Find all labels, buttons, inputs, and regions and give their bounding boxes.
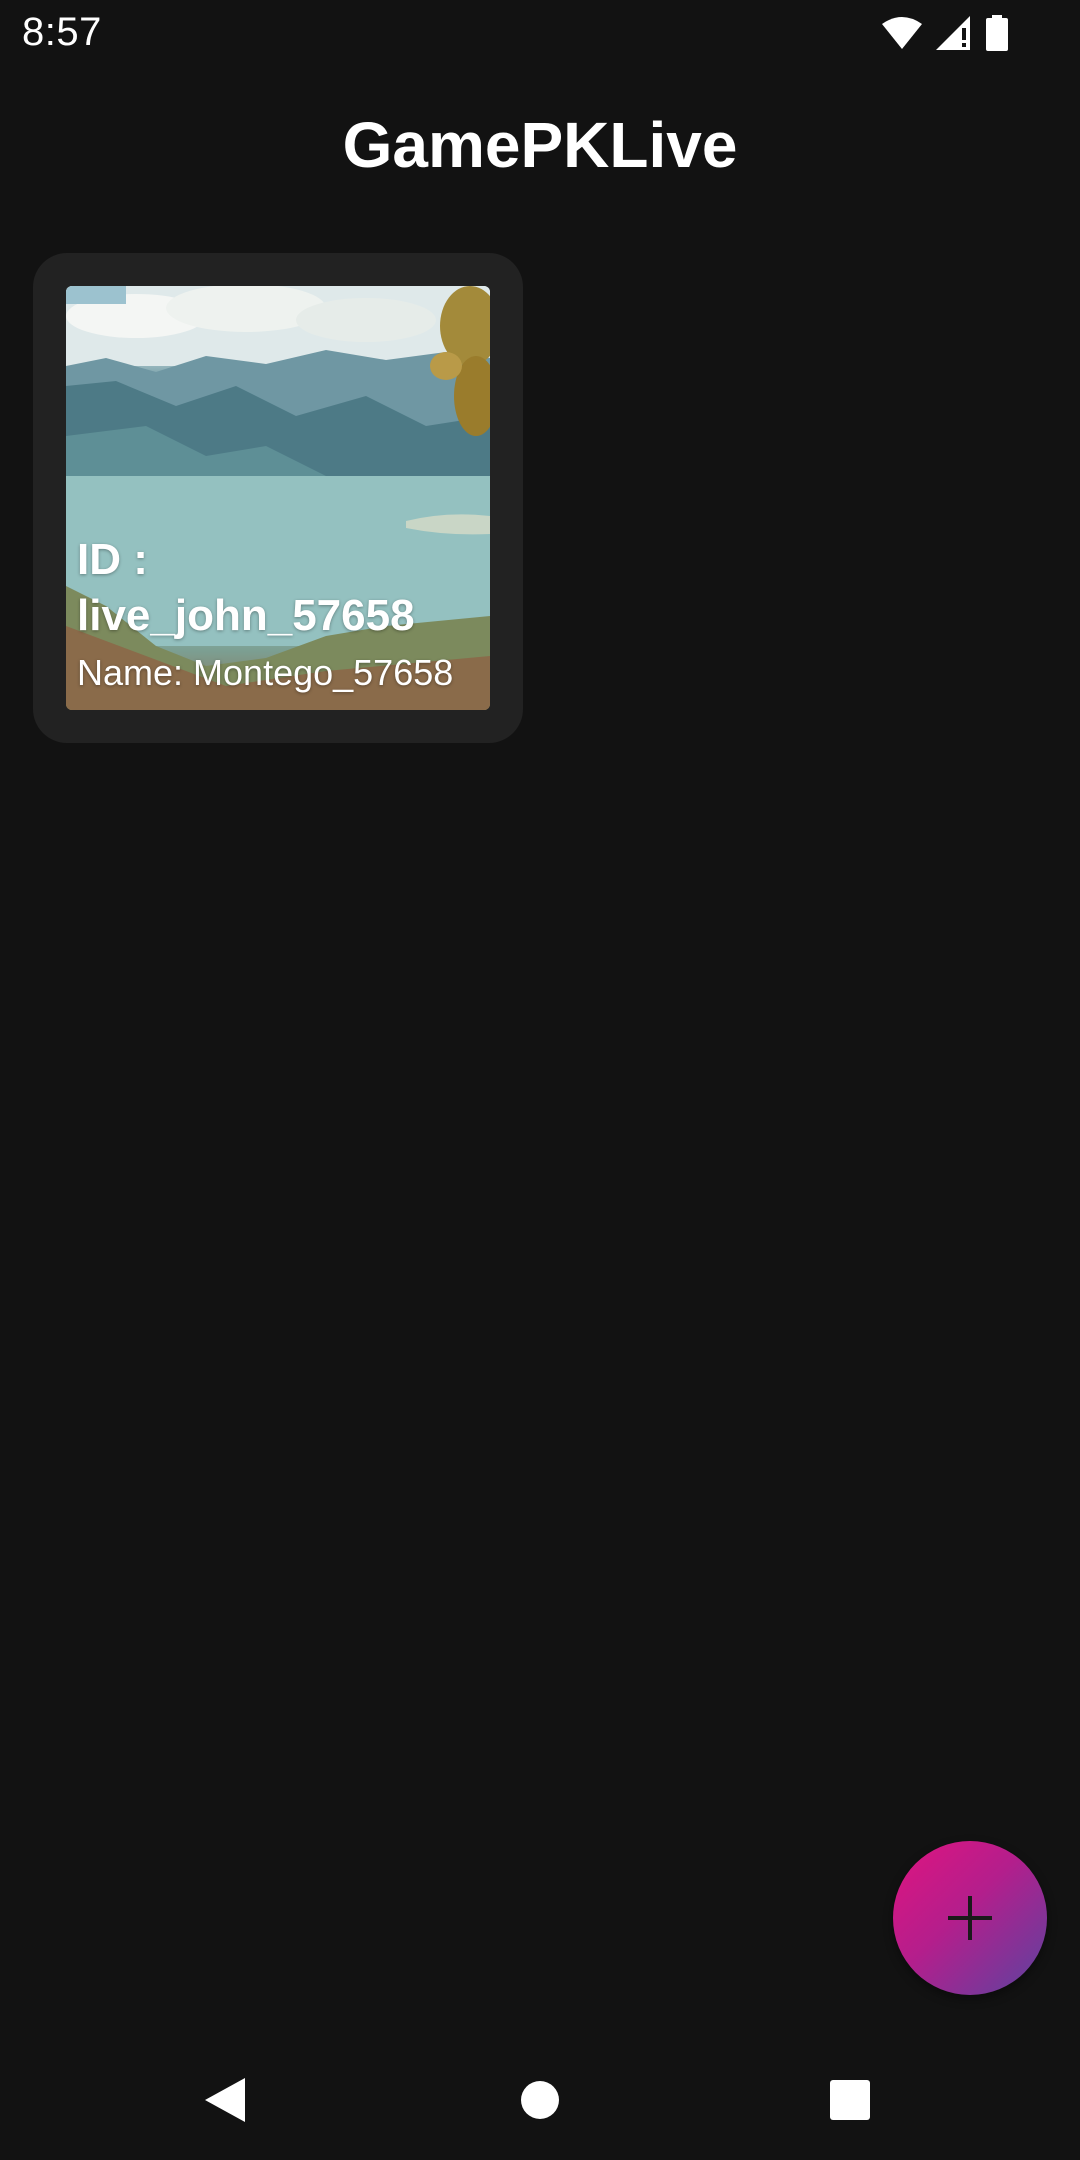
status-icons — [882, 14, 1008, 52]
room-name-label: Name: Montego_57658 — [77, 652, 454, 693]
app-title: GamePKLive — [342, 109, 738, 181]
add-room-button[interactable] — [893, 1841, 1047, 1995]
landscape-image — [66, 286, 490, 710]
back-icon — [205, 2078, 245, 2122]
recents-button[interactable] — [820, 2070, 880, 2130]
live-room-card[interactable]: ID : live_john_57658 Name: Montego_57658 — [33, 253, 523, 743]
screen: 8:57 GamePKLive ID: live_john_57658 Nam… — [0, 0, 1080, 2160]
plus-icon — [948, 1896, 992, 1940]
room-id-prefix: ID : — [77, 535, 148, 584]
status-bar: 8:57 — [0, 0, 1080, 66]
room-id-value: live_john_57658 — [77, 591, 415, 640]
room-id-label: ID : live_john_57658 — [77, 532, 477, 644]
home-button[interactable] — [510, 2070, 570, 2130]
status-time: 8:57 — [22, 10, 102, 54]
back-button[interactable] — [196, 2070, 256, 2130]
room-thumbnail: ID : live_john_57658 Name: Montego_57658 — [66, 286, 490, 710]
wifi-icon — [882, 16, 922, 50]
navigation-bar — [0, 2040, 1080, 2160]
battery-icon — [986, 15, 1008, 51]
home-icon — [521, 2081, 559, 2119]
cell-signal-icon — [936, 16, 972, 50]
recents-icon — [830, 2080, 870, 2120]
